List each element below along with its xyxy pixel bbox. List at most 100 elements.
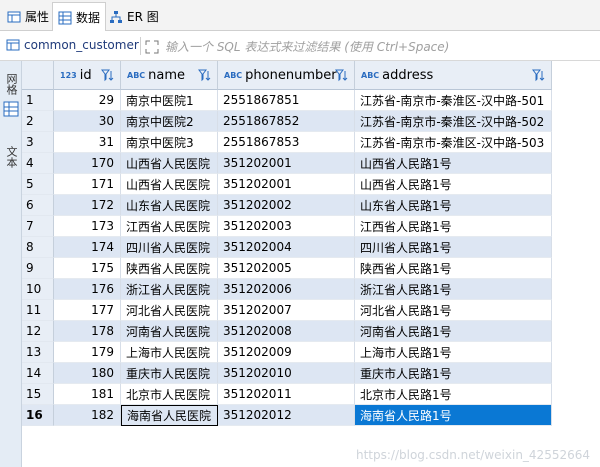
cell-phonenumber[interactable]: 351202006: [218, 279, 355, 300]
cell-id[interactable]: 182: [54, 405, 121, 426]
row-number[interactable]: 2: [22, 111, 54, 132]
cell-address[interactable]: 上海市人民路1号: [355, 342, 552, 363]
cell-address[interactable]: 江苏省-南京市-秦淮区-汉中路-501: [355, 90, 552, 111]
column-header-id[interactable]: 123 id: [54, 61, 121, 90]
cell-phonenumber[interactable]: 351202007: [218, 300, 355, 321]
cell-address[interactable]: 江苏省-南京市-秦淮区-汉中路-502: [355, 111, 552, 132]
column-header-phonenumber[interactable]: ABC phonenumber: [218, 61, 355, 90]
cell-name[interactable]: 陕西省人民医院: [121, 258, 218, 279]
cell-name[interactable]: 南京中医院2: [121, 111, 218, 132]
cell-name[interactable]: 河北省人民医院: [121, 300, 218, 321]
column-filter-icon[interactable]: [101, 68, 115, 82]
row-number[interactable]: 6: [22, 195, 54, 216]
column-header-address[interactable]: ABC address: [355, 61, 552, 90]
cell-name[interactable]: 海南省人民医院: [121, 405, 218, 426]
cell-id[interactable]: 178: [54, 321, 121, 342]
cell-address[interactable]: 山西省人民路1号: [355, 153, 552, 174]
cell-name[interactable]: 重庆市人民医院: [121, 363, 218, 384]
cell-name[interactable]: 南京中医院1: [121, 90, 218, 111]
cell-id[interactable]: 173: [54, 216, 121, 237]
cell-phonenumber[interactable]: 2551867852: [218, 111, 355, 132]
cell-id[interactable]: 175: [54, 258, 121, 279]
column-filter-icon[interactable]: [532, 68, 546, 82]
object-name-label: common_customer: [24, 38, 139, 52]
cell-id[interactable]: 31: [54, 132, 121, 153]
text-view-tab[interactable]: 文本: [1, 137, 21, 177]
cell-phonenumber[interactable]: 351202001: [218, 174, 355, 195]
grid-view-icon[interactable]: [3, 101, 19, 117]
row-number[interactable]: 8: [22, 237, 54, 258]
object-name[interactable]: common_customer: [6, 38, 139, 52]
cell-id[interactable]: 177: [54, 300, 121, 321]
cell-address[interactable]: 四川省人民路1号: [355, 237, 552, 258]
cell-id[interactable]: 176: [54, 279, 121, 300]
cell-id[interactable]: 181: [54, 384, 121, 405]
column-filter-icon[interactable]: [198, 68, 212, 82]
filter-input[interactable]: 输入一个 SQL 表达式来过滤结果 (使用 Ctrl+Space): [145, 38, 449, 55]
cell-address[interactable]: 江苏省-南京市-秦淮区-汉中路-503: [355, 132, 552, 153]
cell-address[interactable]: 河北省人民路1号: [355, 300, 552, 321]
cell-address[interactable]: 河南省人民路1号: [355, 321, 552, 342]
table-icon: [6, 39, 20, 51]
cell-name[interactable]: 山西省人民医院: [121, 174, 218, 195]
cell-phonenumber[interactable]: 351202010: [218, 363, 355, 384]
cell-address[interactable]: 浙江省人民路1号: [355, 279, 552, 300]
column-header-name[interactable]: ABC name: [121, 61, 218, 90]
row-number[interactable]: 7: [22, 216, 54, 237]
tab-data[interactable]: 数据: [52, 2, 107, 32]
cell-phonenumber[interactable]: 351202008: [218, 321, 355, 342]
cell-address[interactable]: 江西省人民路1号: [355, 216, 552, 237]
cell-phonenumber[interactable]: 351202002: [218, 195, 355, 216]
cell-name[interactable]: 江西省人民医院: [121, 216, 218, 237]
row-number[interactable]: 9: [22, 258, 54, 279]
row-number[interactable]: 14: [22, 363, 54, 384]
cell-phonenumber[interactable]: 351202005: [218, 258, 355, 279]
cell-id[interactable]: 29: [54, 90, 121, 111]
tab-label: 数据: [76, 11, 101, 25]
tab-properties[interactable]: 属性: [2, 2, 54, 31]
cell-phonenumber[interactable]: 351202011: [218, 384, 355, 405]
cell-name[interactable]: 山西省人民医院: [121, 153, 218, 174]
cell-id[interactable]: 171: [54, 174, 121, 195]
cell-phonenumber[interactable]: 351202012: [218, 405, 355, 426]
cell-name[interactable]: 山东省人民医院: [121, 195, 218, 216]
cell-name[interactable]: 四川省人民医院: [121, 237, 218, 258]
cell-address[interactable]: 海南省人民路1号: [355, 405, 552, 426]
filter-separator: [140, 37, 141, 55]
row-number[interactable]: 3: [22, 132, 54, 153]
cell-name[interactable]: 北京市人民医院: [121, 384, 218, 405]
row-number[interactable]: 13: [22, 342, 54, 363]
cell-phonenumber[interactable]: 351202001: [218, 153, 355, 174]
tab-er-diagram[interactable]: ER 图: [104, 2, 164, 31]
cell-id[interactable]: 179: [54, 342, 121, 363]
row-number[interactable]: 12: [22, 321, 54, 342]
cell-address[interactable]: 北京市人民路1号: [355, 384, 552, 405]
cell-phonenumber[interactable]: 351202004: [218, 237, 355, 258]
row-number[interactable]: 1: [22, 90, 54, 111]
row-number[interactable]: 16: [22, 405, 54, 426]
row-number[interactable]: 11: [22, 300, 54, 321]
cell-id[interactable]: 30: [54, 111, 121, 132]
cell-name[interactable]: 浙江省人民医院: [121, 279, 218, 300]
cell-id[interactable]: 180: [54, 363, 121, 384]
cell-address[interactable]: 山西省人民路1号: [355, 174, 552, 195]
cell-address[interactable]: 重庆市人民路1号: [355, 363, 552, 384]
cell-name[interactable]: 河南省人民医院: [121, 321, 218, 342]
row-number[interactable]: 5: [22, 174, 54, 195]
row-number[interactable]: 15: [22, 384, 54, 405]
cell-address[interactable]: 山东省人民路1号: [355, 195, 552, 216]
cell-id[interactable]: 170: [54, 153, 121, 174]
cell-phonenumber[interactable]: 2551867851: [218, 90, 355, 111]
column-filter-icon[interactable]: [335, 68, 349, 82]
cell-phonenumber[interactable]: 351202003: [218, 216, 355, 237]
cell-id[interactable]: 174: [54, 237, 121, 258]
row-number[interactable]: 4: [22, 153, 54, 174]
grid-view-tab[interactable]: 网格: [1, 67, 21, 101]
cell-phonenumber[interactable]: 2551867853: [218, 132, 355, 153]
cell-id[interactable]: 172: [54, 195, 121, 216]
row-number[interactable]: 10: [22, 279, 54, 300]
cell-name[interactable]: 南京中医院3: [121, 132, 218, 153]
cell-phonenumber[interactable]: 351202009: [218, 342, 355, 363]
cell-address[interactable]: 陕西省人民路1号: [355, 258, 552, 279]
cell-name[interactable]: 上海市人民医院: [121, 342, 218, 363]
